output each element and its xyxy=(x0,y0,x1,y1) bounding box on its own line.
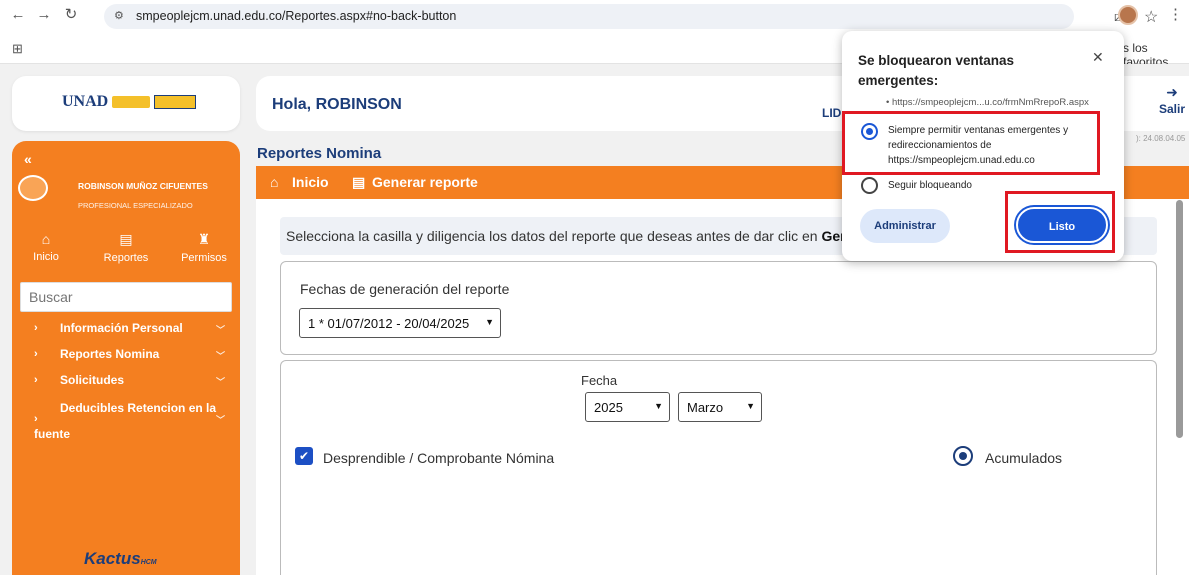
acumulados-label: Acumulados xyxy=(985,450,1063,466)
sidebar-item-label: Deducibles Retencion en la xyxy=(60,401,217,415)
date-range-select[interactable]: 1 * 01/07/2012 - 20/04/2025 ▼ xyxy=(299,308,501,338)
address-bar[interactable]: ⚙ smpeoplejcm.unad.edu.co/Reportes.aspx#… xyxy=(104,4,1158,29)
chevron-right-icon: › xyxy=(34,413,38,425)
bookmark-star-icon[interactable]: ☆ xyxy=(1144,7,1158,27)
month-select[interactable]: Marzo ▼ xyxy=(678,392,762,422)
url-text[interactable]: smpeoplejcm.unad.edu.co/Reportes.aspx#no… xyxy=(136,9,456,23)
date-range-label: Fechas de generación del reporte xyxy=(300,281,510,297)
kactus-logo-text: Kactus xyxy=(84,549,141,568)
sidebar: « ROBINSON MUÑOZ CIFUENTES PROFESIONAL E… xyxy=(12,141,240,575)
sidebar-item-label: Reportes Nomina xyxy=(60,347,160,361)
sidebar-item-label: Solicitudes xyxy=(60,373,125,387)
home-icon: ⌂ xyxy=(41,231,51,247)
page-scrollbar[interactable] xyxy=(1176,200,1183,438)
close-icon[interactable]: ✕ xyxy=(1092,49,1104,66)
user-avatar xyxy=(18,175,48,201)
highlight-allow-option xyxy=(842,111,1100,175)
chevron-right-icon: › xyxy=(34,374,38,386)
fecha-label: Fecha xyxy=(581,373,618,388)
leader-link[interactable]: LID xyxy=(822,106,841,120)
chevron-right-icon: › xyxy=(34,322,38,334)
menu-icon[interactable]: ⋮ xyxy=(1168,5,1183,23)
sidebar-nav-label: Inicio xyxy=(33,251,59,263)
unad-logo: UNAD xyxy=(62,93,197,111)
chevron-down-icon: ▼ xyxy=(746,401,755,411)
sidebar-nav-permisos[interactable]: ♜ Permisos xyxy=(174,231,234,264)
logout-button[interactable]: ➜ Salir xyxy=(1156,84,1188,116)
file-icon: ▤ xyxy=(119,231,133,247)
date-range-value: 1 * 01/07/2012 - 20/04/2025 xyxy=(308,316,470,331)
sidebar-nav-label: Permisos xyxy=(181,252,227,264)
chevron-right-icon: › xyxy=(34,348,38,360)
highlight-done-button xyxy=(1005,191,1115,253)
sidebar-nav-inicio[interactable]: ⌂ Inicio xyxy=(16,231,76,263)
year-value: 2025 xyxy=(594,400,623,415)
sidebar-search-input[interactable] xyxy=(20,282,232,312)
blocked-url-link[interactable]: • https://smpeoplejcm...u.co/frmNmRrepoR… xyxy=(886,97,1104,109)
chevron-down-icon: ▼ xyxy=(485,317,494,327)
sidebar-item-label: fuente xyxy=(34,427,70,441)
instruction-body: Selecciona la casilla y diligencia los d… xyxy=(286,228,822,244)
chevron-down-icon: ﹀ xyxy=(216,325,226,335)
reload-icon[interactable]: ↻ xyxy=(61,5,81,23)
user-role: PROFESIONAL ESPECIALIZADO xyxy=(78,201,193,210)
breadcrumb-home[interactable]: Inicio xyxy=(292,174,329,190)
acumulados-radio[interactable] xyxy=(953,446,973,466)
dialog-title: Se bloquearon ventanas emergentes: xyxy=(858,53,1015,88)
breadcrumb-current: Generar reporte xyxy=(372,174,478,190)
apps-icon[interactable]: ⊞ xyxy=(12,41,23,57)
logo-card: UNAD xyxy=(12,76,240,131)
kactus-logo: KactusHCM xyxy=(84,549,157,569)
chevron-down-icon: ▼ xyxy=(654,401,663,411)
desprendible-checkbox[interactable]: ✔ xyxy=(295,447,313,465)
desprendible-label: Desprendible / Comprobante Nómina xyxy=(323,450,555,466)
sidebar-item-deducibles[interactable]: › Deducibles Retencion en la fuente ﹀ xyxy=(12,401,240,441)
chevron-down-icon: ﹀ xyxy=(216,351,226,361)
site-settings-icon[interactable]: ⚙ xyxy=(114,9,124,22)
chevron-down-icon: ﹀ xyxy=(216,415,226,425)
back-icon[interactable]: ← xyxy=(8,6,28,23)
sidebar-nav-reportes[interactable]: ▤ Reportes xyxy=(96,231,156,264)
date-range-panel: Fechas de generación del reporte 1 * 01/… xyxy=(280,261,1157,355)
report-options-panel: Fecha 2025 ▼ Marzo ▼ ✔ Desprendible / Co… xyxy=(280,360,1157,575)
greeting-text: Hola, ROBINSON xyxy=(272,96,402,113)
keep-blocking-label[interactable]: Seguir bloqueando xyxy=(888,180,972,191)
forward-icon[interactable]: → xyxy=(34,6,54,23)
manage-button[interactable]: Administrar xyxy=(860,209,950,243)
section-title: Reportes Nomina xyxy=(257,145,382,162)
logout-label: Salir xyxy=(1158,102,1185,116)
profile-avatar[interactable] xyxy=(1118,5,1138,25)
sidebar-nav-label: Reportes xyxy=(103,252,149,264)
kactus-logo-suffix: HCM xyxy=(140,559,157,566)
user-name: ROBINSON MUÑOZ CIFUENTES xyxy=(78,181,208,191)
keep-blocking-radio[interactable] xyxy=(861,177,878,194)
permissions-icon: ♜ xyxy=(197,231,211,247)
month-value: Marzo xyxy=(687,400,724,415)
chevron-down-icon: ﹀ xyxy=(216,377,226,387)
instruction-text: Selecciona la casilla y diligencia los d… xyxy=(286,228,856,244)
logout-icon: ➜ xyxy=(1166,84,1178,100)
sidebar-item-label: Información Personal xyxy=(60,321,183,335)
document-icon: ▤ xyxy=(352,174,366,190)
collapse-sidebar-icon[interactable]: « xyxy=(24,151,32,167)
year-select[interactable]: 2025 ▼ xyxy=(585,392,670,422)
version-text: ): 24.08.04.05 xyxy=(1136,134,1186,143)
home-icon[interactable]: ⌂ xyxy=(270,174,278,190)
